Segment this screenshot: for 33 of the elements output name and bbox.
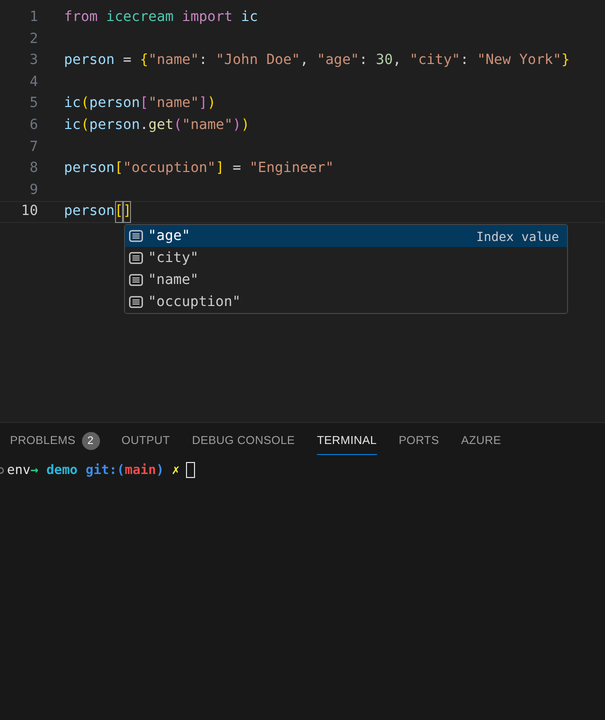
suggestion-item[interactable]: "age" Index value bbox=[125, 225, 567, 247]
line-number: 8 bbox=[28, 159, 38, 178]
suggestion-item[interactable]: "occuption" bbox=[125, 291, 567, 313]
line-number: 2 bbox=[28, 30, 38, 49]
text-lines-icon bbox=[129, 230, 143, 242]
code-line: person[] bbox=[64, 201, 132, 223]
line-number: 9 bbox=[28, 180, 38, 200]
text-lines-icon bbox=[129, 252, 143, 264]
line-number: 5 bbox=[28, 94, 38, 114]
panel-tab[interactable]: TERMINAL bbox=[316, 427, 377, 455]
line-number: 3 bbox=[28, 51, 38, 70]
line-number: 10 bbox=[20, 202, 38, 222]
panel-tab[interactable]: PROBLEMS 2 bbox=[10, 424, 100, 458]
panel-tab[interactable]: AZURE bbox=[461, 427, 502, 455]
code-line: ic(person["name"]) bbox=[64, 94, 216, 114]
suggestion-item[interactable]: "city" bbox=[125, 247, 567, 269]
code-line: person["occuption"] = "Engineer" bbox=[64, 159, 334, 178]
terminal-cursor bbox=[186, 462, 195, 478]
line-number: 6 bbox=[28, 116, 38, 135]
suggestion-item[interactable]: "name" bbox=[125, 269, 567, 291]
code-line: person = {"name": "John Doe", "age": 30, "city": "New York"} bbox=[64, 51, 570, 70]
panel-tab[interactable]: DEBUG CONSOLE bbox=[192, 427, 295, 455]
panel-tab[interactable]: PORTS bbox=[398, 427, 440, 455]
line-number: 1 bbox=[28, 8, 38, 27]
code-line: from icecream import ic bbox=[64, 8, 258, 27]
panel-tab[interactable]: OUTPUT bbox=[122, 427, 170, 455]
terminal-prompt: env→ demo git:(main) ✗ bbox=[7, 462, 180, 478]
count-badge: 2 bbox=[82, 432, 100, 450]
code-line: ic(person.get("name")) bbox=[64, 116, 250, 135]
text-lines-icon bbox=[129, 274, 143, 286]
line-number: 7 bbox=[28, 138, 38, 157]
line-number: 4 bbox=[28, 72, 38, 92]
text-lines-icon bbox=[129, 296, 143, 308]
